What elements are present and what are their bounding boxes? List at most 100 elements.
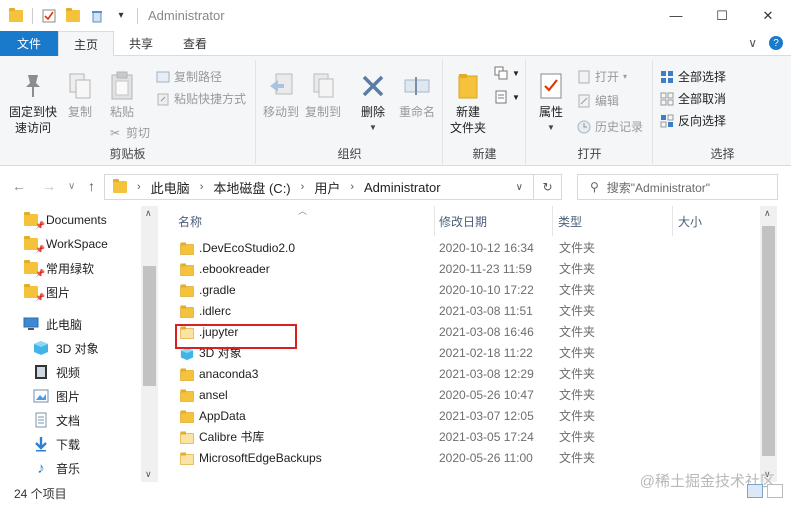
- refresh-button[interactable]: ↻: [534, 174, 562, 200]
- cut-button[interactable]: ✂ 剪切: [108, 124, 150, 141]
- table-row[interactable]: .idlerc 2021-03-08 11:51 文件夹: [172, 300, 772, 321]
- column-divider[interactable]: [434, 206, 435, 236]
- file-type-cell: 文件夹: [559, 262, 596, 276]
- file-name-cell[interactable]: AppData: [180, 405, 246, 426]
- breadcrumb-local-disk[interactable]: 本地磁盘 (C:): [213, 178, 290, 197]
- address-history-dropdown-icon[interactable]: ∨: [516, 182, 523, 193]
- column-header-name[interactable]: 名称: [178, 206, 202, 236]
- select-none-button[interactable]: 全部取消: [660, 90, 726, 107]
- recycle-qat-icon[interactable]: [89, 8, 105, 24]
- folder-icon: 📌: [22, 284, 45, 302]
- rename-button[interactable]: 重命名: [395, 70, 439, 120]
- collapse-ribbon-icon[interactable]: ∨: [748, 36, 757, 50]
- file-name-cell[interactable]: ansel: [180, 384, 228, 405]
- file-name-cell[interactable]: .ebookreader: [180, 258, 270, 279]
- help-icon[interactable]: ?: [769, 36, 783, 50]
- open-button[interactable]: 打开 ▾: [577, 68, 627, 85]
- move-to-button[interactable]: 移动到: [261, 70, 301, 120]
- nav-item-downloads[interactable]: 下载: [32, 433, 80, 455]
- large-icons-view-icon[interactable]: [767, 484, 783, 498]
- new-item-button[interactable]: ▼: [494, 66, 520, 80]
- nav-item-green-software[interactable]: 📌 常用绿软: [22, 257, 94, 279]
- table-row[interactable]: AppData 2021-03-07 12:05 文件夹: [172, 405, 772, 426]
- history-button[interactable]: 历史记录: [577, 118, 643, 135]
- close-button[interactable]: ✕: [745, 0, 791, 31]
- file-name-cell[interactable]: anaconda3: [180, 363, 258, 384]
- column-header-size[interactable]: 大小: [678, 206, 702, 236]
- easy-access-button[interactable]: ▼: [494, 90, 520, 104]
- nav-item-music[interactable]: ♪ 音乐: [32, 457, 80, 479]
- nav-item-workspace[interactable]: 📌 WorkSpace: [22, 233, 108, 255]
- qat-dropdown-icon[interactable]: ▾: [113, 8, 129, 24]
- tab-share[interactable]: 共享: [114, 31, 168, 56]
- breadcrumb-separator[interactable]: ›: [301, 181, 305, 193]
- new-folder-button[interactable]: 新建 文件夹: [446, 70, 490, 136]
- music-icon: ♪: [37, 459, 45, 477]
- edit-button[interactable]: 编辑: [577, 92, 619, 109]
- table-row[interactable]: .gradle 2020-10-10 17:22 文件夹: [172, 279, 772, 300]
- delete-button[interactable]: 删除 ▼: [355, 70, 391, 136]
- address-bar[interactable]: › 此电脑 › 本地磁盘 (C:) › 用户 › Administrator ∨: [104, 174, 534, 200]
- details-view-icon[interactable]: [747, 484, 763, 498]
- table-row[interactable]: .ebookreader 2020-11-23 11:59 文件夹: [172, 258, 772, 279]
- nav-item-documents-lib[interactable]: 文档: [32, 409, 80, 431]
- file-name-cell[interactable]: MicrosoftEdgeBackups: [180, 447, 322, 468]
- new-folder-qat-icon[interactable]: [65, 7, 81, 24]
- breadcrumb-users[interactable]: 用户: [314, 178, 340, 197]
- file-name-cell[interactable]: .DevEcoStudio2.0: [180, 237, 295, 258]
- copy-path-button[interactable]: 复制路径: [156, 68, 222, 85]
- table-row[interactable]: anaconda3 2021-03-08 12:29 文件夹: [172, 363, 772, 384]
- up-arrow-icon[interactable]: ↑: [88, 178, 95, 194]
- folder-icon: [180, 368, 194, 381]
- scroll-up-icon[interactable]: ∧: [764, 208, 771, 219]
- column-divider[interactable]: [552, 206, 553, 236]
- nav-scrollbar-thumb[interactable]: [143, 266, 156, 386]
- column-divider[interactable]: [672, 206, 673, 236]
- recent-locations-icon[interactable]: ∨: [68, 181, 75, 192]
- file-name-cell[interactable]: Calibre 书库: [180, 426, 264, 447]
- paste-shortcut-button[interactable]: 粘贴快捷方式: [156, 90, 246, 107]
- nav-item-videos[interactable]: 视频: [32, 361, 80, 383]
- move-to-label: 移动到: [262, 105, 299, 119]
- copy-to-button[interactable]: 复制到: [303, 70, 343, 120]
- table-row[interactable]: Calibre 书库 2021-03-05 17:24 文件夹: [172, 426, 772, 447]
- select-all-button[interactable]: 全部选择: [660, 68, 726, 85]
- table-row[interactable]: MicrosoftEdgeBackups 2020-05-26 11:00 文件夹: [172, 447, 772, 468]
- column-header-date[interactable]: 修改日期: [439, 206, 487, 236]
- nav-item-3d-objects[interactable]: 3D 对象: [32, 337, 99, 359]
- documents-icon: [32, 412, 50, 428]
- scroll-down-icon[interactable]: ∨: [145, 469, 152, 480]
- table-row[interactable]: .DevEcoStudio2.0 2020-10-12 16:34 文件夹: [172, 237, 772, 258]
- invert-selection-button[interactable]: 反向选择: [660, 112, 726, 129]
- copy-button[interactable]: 复制: [62, 70, 98, 120]
- file-list-scrollbar-thumb[interactable]: [762, 226, 775, 456]
- breadcrumb-this-pc[interactable]: 此电脑: [151, 178, 190, 197]
- back-arrow-icon[interactable]: ←: [12, 178, 26, 194]
- search-input[interactable]: ⚲ 搜索"Administrator": [577, 174, 778, 200]
- nav-item-documents[interactable]: 📌 Documents: [22, 209, 107, 231]
- column-header-type[interactable]: 类型: [558, 206, 582, 236]
- properties-button[interactable]: 属性 ▼: [533, 70, 569, 136]
- file-list-scrollbar[interactable]: ∧ ∨: [760, 206, 777, 482]
- minimize-button[interactable]: —: [653, 0, 699, 31]
- paste-button[interactable]: 粘贴: [104, 70, 140, 120]
- properties-qat-icon[interactable]: [41, 8, 57, 24]
- breadcrumb-separator[interactable]: ›: [350, 181, 354, 193]
- forward-arrow-icon[interactable]: →: [42, 178, 56, 194]
- maximize-button[interactable]: ☐: [699, 0, 745, 31]
- breadcrumb-separator[interactable]: ›: [200, 181, 204, 193]
- tab-view[interactable]: 查看: [168, 31, 222, 56]
- scroll-up-icon[interactable]: ∧: [145, 208, 152, 219]
- nav-scrollbar[interactable]: ∧ ∨: [141, 206, 158, 482]
- nav-item-pictures[interactable]: 图片: [32, 385, 80, 407]
- tab-file[interactable]: 文件: [0, 31, 58, 56]
- nav-item-pictures-pinned[interactable]: 📌 图片: [22, 281, 70, 303]
- file-name-cell[interactable]: .idlerc: [180, 300, 231, 321]
- pin-quick-access-button[interactable]: 固定到快速访问: [6, 70, 60, 136]
- file-name-cell[interactable]: .gradle: [180, 279, 236, 300]
- table-row[interactable]: ansel 2020-05-26 10:47 文件夹: [172, 384, 772, 405]
- breadcrumb-separator[interactable]: ›: [137, 181, 141, 193]
- nav-item-this-pc[interactable]: 此电脑: [22, 313, 82, 335]
- tab-home[interactable]: 主页: [58, 31, 115, 57]
- breadcrumb-administrator[interactable]: Administrator: [364, 180, 441, 195]
